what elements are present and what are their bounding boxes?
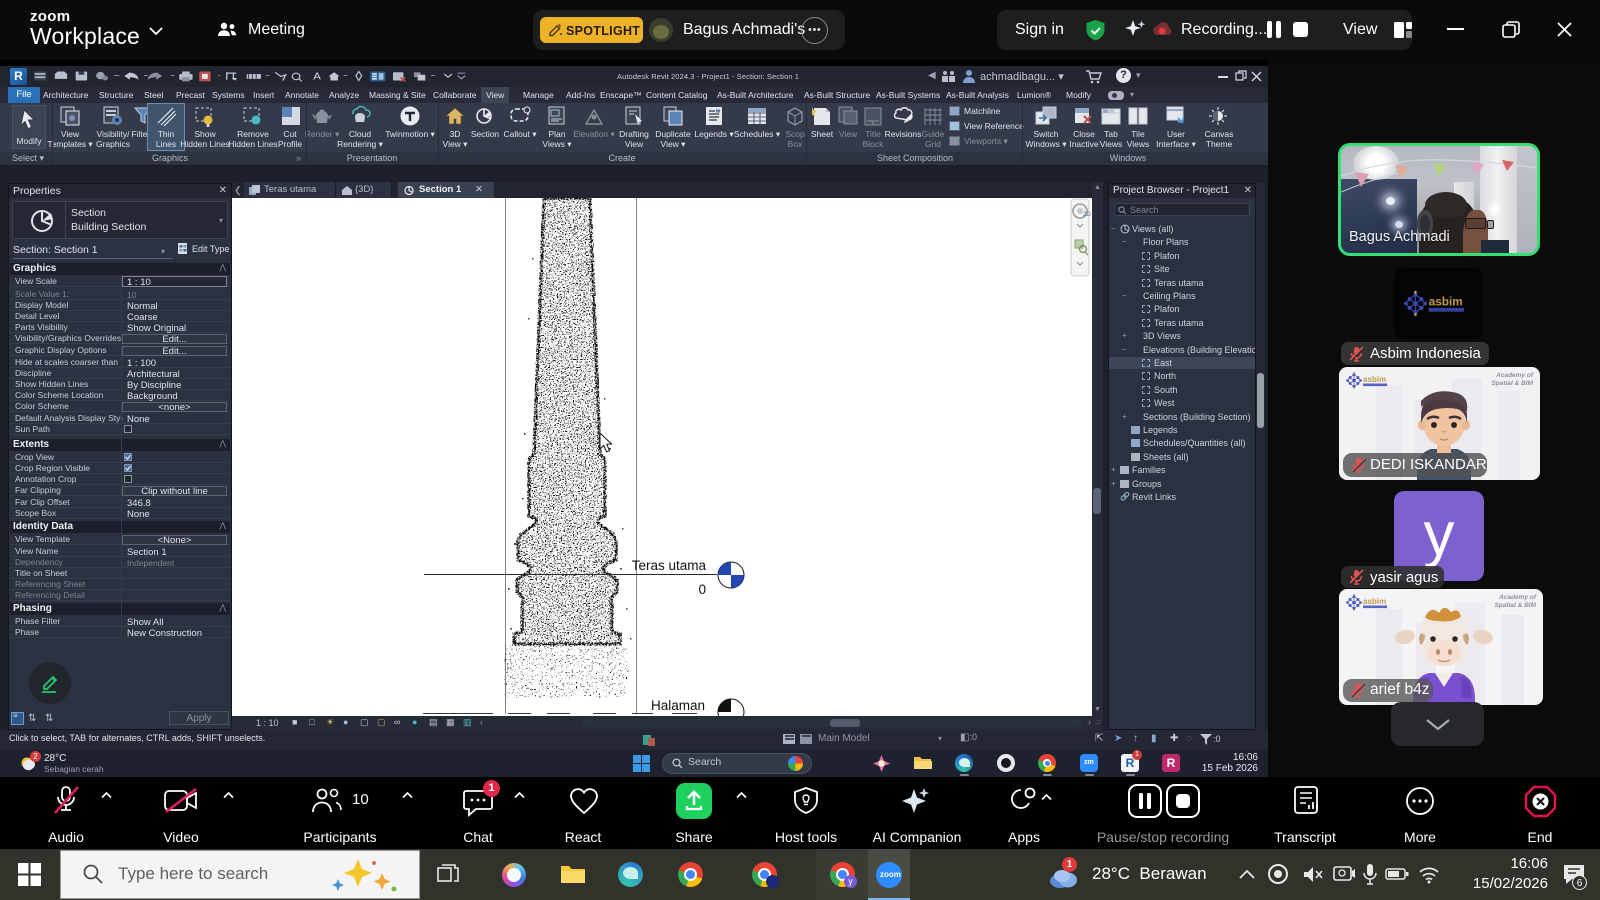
svg-text:A: A [313, 71, 322, 82]
svg-text:Teras utama: Teras utama [632, 558, 707, 573]
svg-text:2D: 2D [1083, 212, 1091, 218]
svg-text:asbim: asbim [1363, 597, 1386, 606]
svg-text:asbim: asbim [1363, 375, 1386, 384]
svg-text:Halaman: Halaman [651, 698, 705, 713]
svg-text:0: 0 [698, 582, 706, 597]
svg-text:asbim: asbim [1429, 296, 1463, 309]
